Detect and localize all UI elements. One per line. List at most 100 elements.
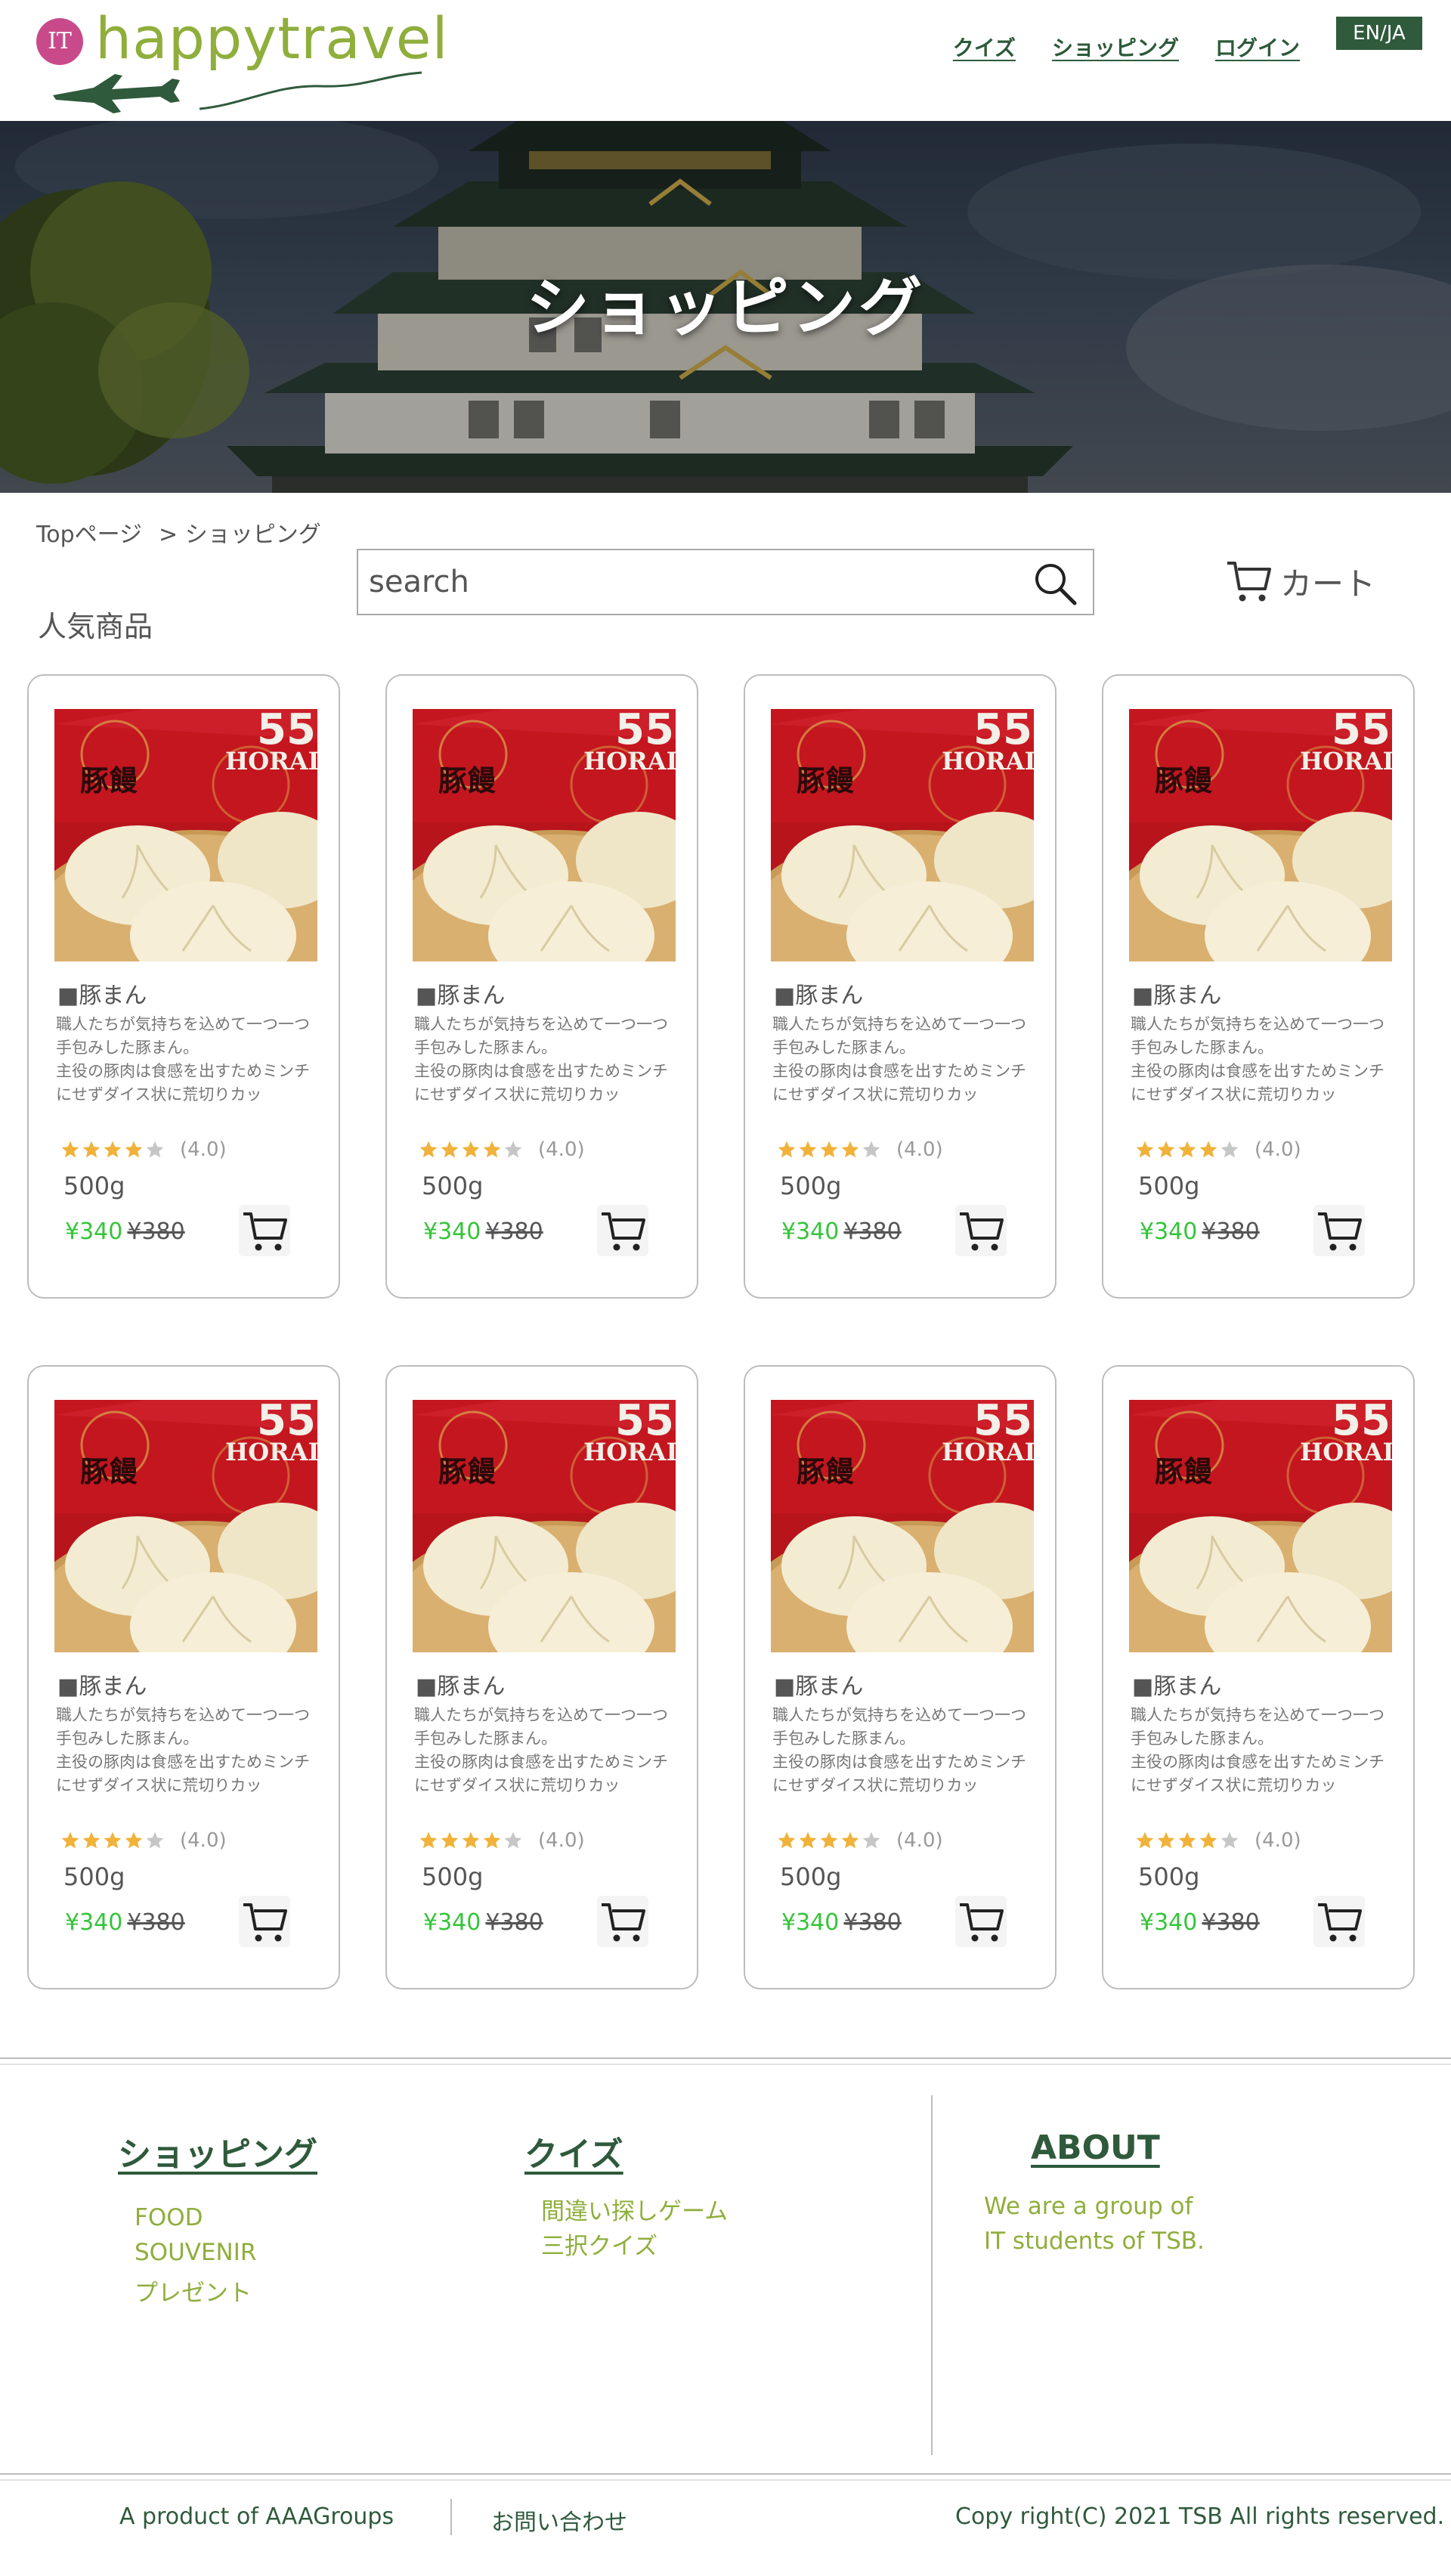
product-card[interactable]: 豚饅 551 HORAI ■豚まん 職人たちが気持ちを込めて一つ一つ 手包みした…: [1102, 674, 1415, 1299]
product-card[interactable]: 豚饅 551 HORAI ■豚まん 職人たちが気持ちを込めて一つ一つ 手包みした…: [27, 1365, 340, 1989]
product-weight: 500g: [63, 1172, 125, 1200]
product-card[interactable]: 豚饅 551 HORAI ■豚まん 職人たちが気持ちを込めて一つ一つ 手包みした…: [744, 1365, 1057, 1989]
product-rating: (4.0): [419, 1138, 585, 1161]
svg-text:豚饅: 豚饅: [1155, 1454, 1212, 1488]
star-icon: [1178, 1831, 1196, 1849]
add-to-cart-icon[interactable]: [955, 1205, 1007, 1256]
star-icon: [104, 1831, 122, 1849]
add-to-cart-icon[interactable]: [239, 1205, 290, 1256]
footer-link-three-choice[interactable]: 三択クイズ: [541, 2227, 657, 2261]
logo-badge: IT: [36, 18, 83, 65]
product-photo[interactable]: 豚饅 551 HORAI: [54, 709, 317, 961]
product-description-line: にせずダイス状に荒切りカッ: [56, 1085, 262, 1104]
product-photo[interactable]: 豚饅 551 HORAI: [771, 1400, 1034, 1652]
product-weight: 500g: [1138, 1862, 1200, 1891]
svg-text:豚饅: 豚饅: [1155, 763, 1212, 797]
svg-text:豚饅: 豚饅: [438, 763, 496, 797]
star-rating: [419, 1140, 523, 1160]
footer-link-spot-difference[interactable]: 間違い探しゲーム: [541, 2192, 728, 2226]
product-photo[interactable]: 豚饅 551 HORAI: [413, 1400, 676, 1652]
star-icon: [820, 1141, 838, 1158]
nav-link-shopping[interactable]: ショッピング: [1052, 32, 1179, 62]
star-rating: [777, 1140, 881, 1160]
product-description-line: にせずダイス状に荒切りカッ: [414, 1085, 620, 1104]
product-photo[interactable]: 豚饅 551 HORAI: [413, 709, 676, 961]
product-description-line: 手包みした豚まん。: [56, 1039, 199, 1057]
product-description: 職人たちが気持ちを込めて一つ一つ 手包みした豚まん。 主役の豚肉は食感を出すため…: [772, 1704, 1037, 1797]
footer-title-about[interactable]: ABOUT: [1031, 2129, 1160, 2167]
footer-about-line: IT students of TSB.: [984, 2228, 1205, 2255]
product-photo[interactable]: 豚饅 551 HORAI: [54, 1400, 317, 1652]
add-to-cart-icon[interactable]: [1313, 1896, 1365, 1947]
breadcrumb: Topページ > ショッピング: [36, 516, 321, 549]
footer-title-shopping[interactable]: ショッピング: [118, 2127, 317, 2175]
product-description-line: 職人たちが気持ちを込めて一つ一つ: [56, 1706, 310, 1724]
product-weight: 500g: [422, 1172, 484, 1200]
search-input[interactable]: [369, 558, 1019, 606]
nav-link-quiz[interactable]: クイズ: [953, 32, 1016, 62]
product-name[interactable]: ■豚まん: [774, 1667, 863, 1701]
product-photo[interactable]: 豚饅 551 HORAI: [1129, 709, 1392, 961]
star-icon: [778, 1831, 796, 1849]
add-to-cart-icon[interactable]: [1313, 1205, 1365, 1256]
star-icon: [483, 1831, 501, 1849]
star-icon: [504, 1141, 522, 1158]
nav-link-login[interactable]: ログイン: [1215, 32, 1300, 62]
site-logo[interactable]: IT happytravel: [33, 5, 448, 116]
cart-link[interactable]: カート: [1224, 555, 1375, 608]
footer-link-food[interactable]: FOOD: [135, 2204, 203, 2231]
product-name[interactable]: ■豚まん: [416, 1667, 505, 1701]
product-price: ¥340 ¥380: [1140, 1218, 1260, 1245]
product-card[interactable]: 豚饅 551 HORAI ■豚まん 職人たちが気持ちを込めて一つ一つ 手包みした…: [27, 674, 340, 1299]
star-icon: [841, 1831, 859, 1849]
product-card[interactable]: 豚饅 551 HORAI ■豚まん 職人たちが気持ちを込めて一つ一つ 手包みした…: [1102, 1365, 1415, 1989]
add-to-cart-icon[interactable]: [597, 1205, 648, 1256]
sale-price: ¥340: [423, 1218, 481, 1245]
search-icon[interactable]: [1031, 559, 1079, 608]
product-description: 職人たちが気持ちを込めて一つ一つ 手包みした豚まん。 主役の豚肉は食感を出すため…: [56, 1704, 320, 1797]
footer-link-souvenir[interactable]: SOUVENIR: [135, 2239, 256, 2266]
star-icon: [82, 1141, 101, 1158]
star-icon: [862, 1141, 880, 1158]
star-icon: [483, 1141, 501, 1158]
product-description-line: 職人たちが気持ちを込めて一つ一つ: [414, 1015, 668, 1033]
footer-link-present[interactable]: プレゼント: [135, 2274, 252, 2308]
product-name[interactable]: ■豚まん: [1132, 977, 1221, 1010]
product-name[interactable]: ■豚まん: [57, 1667, 147, 1701]
product-card[interactable]: 豚饅 551 HORAI ■豚まん 職人たちが気持ちを込めて一つ一つ 手包みした…: [744, 674, 1057, 1299]
product-card[interactable]: 豚饅 551 HORAI ■豚まん 職人たちが気持ちを込めて一つ一つ 手包みした…: [385, 674, 698, 1299]
add-to-cart-icon[interactable]: [239, 1896, 290, 1947]
breadcrumb-home[interactable]: Topページ: [36, 516, 142, 549]
product-photo[interactable]: 豚饅 551 HORAI: [1129, 1400, 1392, 1652]
product-description: 職人たちが気持ちを込めて一つ一つ 手包みした豚まん。 主役の豚肉は食感を出すため…: [414, 1013, 679, 1107]
product-name[interactable]: ■豚まん: [416, 977, 505, 1010]
product-photo[interactable]: 豚饅 551 HORAI: [771, 709, 1034, 961]
product-card[interactable]: 豚饅 551 HORAI ■豚まん 職人たちが気持ちを込めて一つ一つ 手包みした…: [385, 1365, 698, 1989]
star-icon: [841, 1141, 859, 1158]
language-toggle[interactable]: EN/JA: [1336, 17, 1422, 50]
product-description-line: 主役の豚肉は食感を出すためミンチ: [1131, 1062, 1384, 1080]
search-box: [357, 549, 1094, 615]
star-rating: [60, 1831, 165, 1850]
airplane-icon: [53, 71, 422, 113]
product-name[interactable]: ■豚まん: [1132, 1667, 1221, 1701]
footer-contact-link[interactable]: お問い合わせ: [491, 2503, 627, 2537]
star-icon: [104, 1141, 122, 1158]
product-weight: 500g: [780, 1172, 842, 1200]
product-description-line: 職人たちが気持ちを込めて一つ一つ: [772, 1706, 1026, 1724]
original-price: ¥380: [127, 1218, 185, 1245]
product-price: ¥340 ¥380: [1140, 1909, 1260, 1936]
star-icon: [778, 1141, 796, 1158]
product-name[interactable]: ■豚まん: [57, 977, 147, 1010]
sale-price: ¥340: [781, 1218, 840, 1245]
product-name[interactable]: ■豚まん: [774, 977, 863, 1010]
add-to-cart-icon[interactable]: [955, 1896, 1007, 1947]
footer-title-quiz[interactable]: クイズ: [524, 2127, 623, 2175]
star-icon: [504, 1831, 522, 1849]
star-icon: [146, 1831, 164, 1849]
product-description-line: 職人たちが気持ちを込めて一つ一つ: [1131, 1706, 1384, 1724]
add-to-cart-icon[interactable]: [597, 1896, 648, 1947]
svg-text:豚饅: 豚饅: [80, 763, 138, 797]
star-icon: [419, 1141, 438, 1158]
product-weight: 500g: [422, 1862, 484, 1891]
